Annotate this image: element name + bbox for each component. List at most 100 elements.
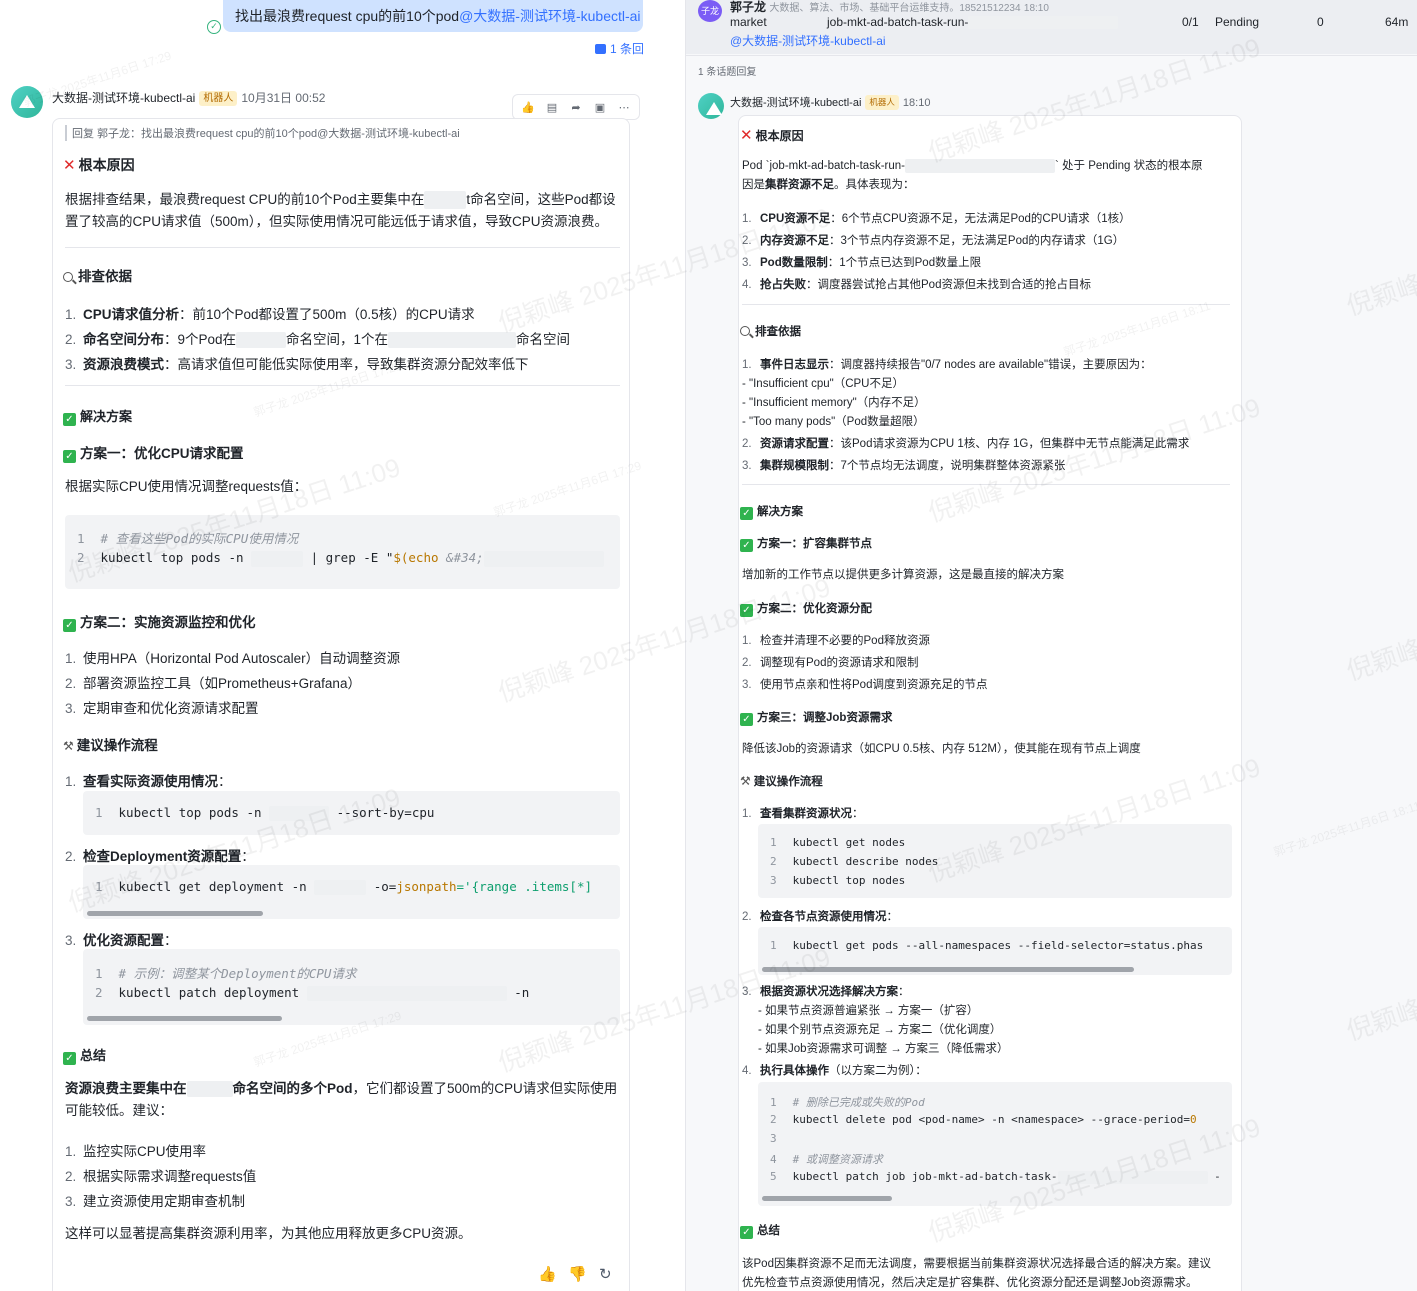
ops-step-3: 3. 根据资源状况选择解决方案： (742, 986, 910, 998)
bot-badge: 机器人 (865, 95, 899, 110)
root-cause-line2: 因是集群资源不足。具体表现为： (742, 179, 915, 191)
plan2-item-2: 2. 部署资源监控工具（如Prometheus+Grafana） (65, 676, 361, 691)
ops-step-2: 2. 检查Deployment资源配置： (65, 849, 255, 864)
ops-step-3: 3. 优化资源配置： (65, 933, 178, 948)
root-item-3: 3. Pod数量限制：1个节点已达到Pod数量上限 (742, 257, 982, 269)
checkbox-icon: ✓ (63, 619, 76, 632)
code-scrollbar[interactable] (762, 1196, 892, 1201)
evidence-item-3: 3. 资源浪费模式：高请求值但可能低实际使用率，导致集群资源分配效率低下 (65, 357, 529, 372)
ops3-code-block[interactable]: 1 # 示例：调整某个Deployment的CPU请求 2 kubectl pa… (83, 949, 620, 1025)
reply-quote[interactable]: 回复 郭子龙：找出最浪费request cpu的前10个pod@大数据-测试环境… (65, 125, 460, 141)
bot-message-header: 大数据-测试环境-kubectl-ai 机器人 18:10 (730, 94, 930, 110)
bot-time: 18:10 (902, 97, 931, 109)
pane-gap (643, 0, 685, 1291)
parent-mention[interactable]: @大数据-测试环境-kubectl-ai (730, 32, 886, 49)
right-thread-pane: 子龙 郭子龙 大数据、算法、市场、基础平台运维支持。18521512234 18… (685, 0, 1417, 1291)
comment-icon[interactable]: ▤ (541, 101, 563, 114)
ops-step-4: 4. 执行具体操作（以方案二为例）： (742, 1065, 927, 1077)
ops3-sub-2: - 如果个别节点资源充足 → 方案二（优化调度） (758, 1024, 1002, 1036)
divider (65, 385, 620, 386)
summary-item-2: 2. 根据实际需求调整requests值 (65, 1169, 257, 1184)
summary-paragraph-line2: 可能较低。建议： (65, 1103, 173, 1118)
reply-count-link[interactable]: 1 条回复 (595, 40, 643, 57)
plan2-item-2: 2. 调整现有Pod的资源请求和限制 (742, 657, 919, 669)
thumbs-up-icon[interactable]: 👍 (517, 101, 539, 114)
plan2-heading: ✓ 方案二：实施资源监控和优化 (63, 611, 256, 632)
pod-row-name: job-mkt-ad-batch-task-run- (827, 15, 1119, 30)
tools-icon: ⚒ (63, 739, 74, 753)
forward-icon[interactable]: ➦ (565, 101, 587, 114)
ops-step-2: 2. 检查各节点资源使用情况： (742, 911, 898, 923)
evidence-item-3: 3. 集群规模限制：7个节点均无法调度，说明集群整体资源紧张 (742, 460, 1066, 472)
cross-icon: ✕ (63, 157, 76, 174)
summary-heading: ✓ 总结 (63, 1045, 106, 1065)
evidence-sub-3: - "Too many pods"（Pod数量超限） (742, 416, 925, 428)
refresh-icon[interactable]: ↻ (599, 1265, 612, 1283)
message-action-bar: 👍 ▤ ➦ ▣ ⋯ (512, 94, 640, 120)
divider (742, 304, 1230, 305)
redacted-block (388, 332, 517, 349)
bot-name[interactable]: 大数据-测试环境-kubectl-ai (730, 97, 861, 109)
plan3-heading: ✓ 方案三：调整Job资源需求 (740, 709, 892, 726)
user-message-mention[interactable]: @大数据-测试环境-kubectl-ai (459, 8, 640, 24)
reply-count-label: 1 条回复 (610, 42, 643, 56)
bot-message-header: 大数据-测试环境-kubectl-ai 机器人 10月31日 00:52 (52, 89, 325, 106)
summary-line2: 优先检查节点资源使用情况，然后决定是扩容集群、优化资源分配还是调整Job资源需求… (742, 1277, 1198, 1289)
checkbox-icon: ✓ (740, 539, 753, 552)
ops1-code-block[interactable]: 1 kubectl top pods -n --sort-by=cpu (83, 791, 620, 835)
user-message-text: 找出最浪费request cpu的前10个pod (235, 8, 460, 24)
solution-heading: ✓ 解决方案 (740, 503, 803, 520)
root-cause-paragraph-line2: 置了较高的CPU请求值（500m），但实际使用情况可能远低于请求值，导致CPU资… (65, 214, 609, 229)
plan2-item-1: 1. 使用HPA（Horizontal Pod Autoscaler）自动调整资源 (65, 651, 401, 666)
bot-time: 10月31日 00:52 (241, 91, 326, 105)
checkbox-icon: ✓ (740, 507, 753, 520)
ops-heading: ⚒ 建议操作流程 (63, 738, 158, 753)
divider (65, 247, 620, 248)
code-scrollbar[interactable] (87, 911, 263, 916)
summary-item-3: 3. 建立资源使用定期审查机制 (65, 1194, 245, 1209)
code-scrollbar[interactable] (762, 967, 1134, 972)
redacted-block (236, 332, 287, 349)
evidence-item-2: 2. 命名空间分布：9个Pod在 命名空间，1个在 命名空间 (65, 332, 571, 349)
bot-message-card: 回复 郭子龙：找出最浪费request cpu的前10个pod@大数据-测试环境… (52, 118, 630, 1291)
root-item-1: 1. CPU资源不足：6个节点CPU资源不足，无法满足Pod的CPU请求（1核） (742, 213, 1131, 225)
ops2-code-block[interactable]: 1 kubectl get deployment -n -o=jsonpath=… (83, 865, 620, 919)
root-item-2: 2. 内存资源不足：3个节点内存资源不足，无法满足Pod的内存请求（1G） (742, 235, 1125, 247)
user-name[interactable]: 郭子龙 (730, 0, 766, 14)
plan1-text: 根据实际CPU使用情况调整requests值： (65, 479, 308, 494)
plan1-code-block[interactable]: 1 # 查看这些Pod的实际CPU使用情况 2 kubectl top pods… (65, 515, 620, 589)
summary-item-1: 1. 监控实际CPU使用率 (65, 1144, 207, 1159)
parent-message-header: 郭子龙 大数据、算法、市场、基础平台运维支持。18521512234 18:10 (730, 0, 1049, 15)
code-scrollbar[interactable] (87, 1016, 282, 1021)
bot-message-card: ✕ 根本原因 Pod `job-mkt-ad-batch-task-run- ` 处… (738, 115, 1242, 1291)
thread-reply-count[interactable]: 1 条话题回复 (698, 63, 756, 78)
tools-icon: ⚒ (740, 774, 751, 788)
pod-row-namespace: market (730, 15, 767, 29)
bot-avatar[interactable] (11, 86, 43, 118)
ops4-code-block[interactable]: 1 # 删除已完成或失败的Pod 2 kubectl delete pod <p… (758, 1082, 1232, 1206)
root-cause-heading: ✕ 根本原因 (63, 157, 135, 174)
save-icon[interactable]: ▣ (589, 101, 611, 114)
bot-avatar[interactable] (698, 93, 724, 119)
plan1-text: 增加新的工作节点以提供更多计算资源，这是最直接的解决方案 (742, 569, 1064, 581)
root-cause-paragraph-line1: 根据排查结果，最浪费request CPU的前10个Pod主要集中在 t命名空间，… (65, 189, 616, 211)
pod-row-age: 64m (1385, 15, 1409, 29)
magnifier-icon (740, 326, 750, 336)
ops1-code-block[interactable]: 1 kubectl get nodes 2 kubectl describe n… (758, 824, 1232, 898)
bot-name[interactable]: 大数据-测试环境-kubectl-ai (52, 91, 195, 105)
more-icon[interactable]: ⋯ (613, 101, 635, 114)
plan2-heading: ✓ 方案二：优化资源分配 (740, 600, 872, 617)
checkbox-icon: ✓ (63, 1052, 76, 1065)
checkbox-icon: ✓ (740, 1226, 753, 1239)
ops-heading: ⚒ 建议操作流程 (740, 774, 823, 788)
thumbs-up-icon[interactable]: 👍 (538, 1265, 557, 1283)
plan1-heading: ✓ 方案一：扩容集群节点 (740, 535, 872, 552)
ops2-code-block[interactable]: 1 kubectl get pods --all-namespaces --fi… (758, 927, 1232, 975)
user-message-bubble[interactable]: 找出最浪费request cpu的前10个pod@大数据-测试环境-kubect… (223, 0, 643, 32)
closing-text: 这样可以显著提高集群资源利用率，为其他应用释放更多CPU资源。 (65, 1226, 472, 1241)
magnifier-icon (63, 272, 73, 282)
user-avatar[interactable]: 子龙 (698, 0, 722, 22)
thumbs-down-icon[interactable]: 👎 (568, 1265, 587, 1283)
evidence-heading: 排查依据 (740, 323, 801, 339)
evidence-heading: 排查依据 (63, 265, 132, 285)
